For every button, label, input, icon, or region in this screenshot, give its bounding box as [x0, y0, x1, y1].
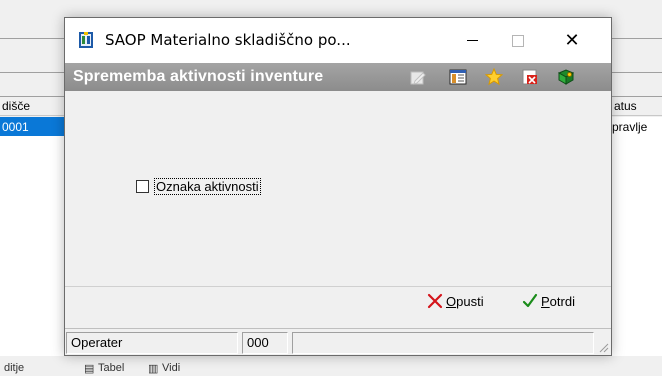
cancel-x-icon: [427, 293, 443, 309]
grid-column-header[interactable]: atus: [614, 99, 637, 113]
close-document-icon[interactable]: [521, 68, 539, 86]
columns-icon[interactable]: [449, 68, 467, 86]
dialog-header: Sprememba aktivnosti inventure: [65, 63, 611, 91]
checkbox-box[interactable]: [136, 180, 149, 193]
dialog-window: SAOP Materialno skladiščno po... ✕ Sprem…: [64, 17, 612, 356]
edit-icon[interactable]: [409, 68, 427, 86]
bg-separator: [612, 72, 662, 73]
checkbox-label[interactable]: Oznaka aktivnosti: [154, 178, 261, 195]
minimize-icon: [466, 40, 478, 41]
maximize-icon: [512, 34, 524, 47]
bottom-item[interactable]: Tabel: [98, 362, 124, 374]
table-icon: ▤: [84, 363, 95, 375]
divider: [65, 286, 611, 287]
cancel-button[interactable]: Opusti: [427, 289, 484, 313]
status-extra: [292, 332, 594, 354]
app-icon: [79, 32, 93, 48]
cancel-label: Opusti: [446, 293, 484, 309]
maximize-button[interactable]: [495, 18, 541, 63]
favorite-star-icon[interactable]: [485, 68, 503, 86]
view-icon: ▥: [148, 363, 159, 375]
close-button[interactable]: ✕: [549, 18, 595, 63]
resize-grip-icon[interactable]: [597, 341, 609, 353]
oznaka-aktivnosti-checkbox[interactable]: Oznaka aktivnosti: [136, 178, 261, 195]
bottom-item[interactable]: ditje: [4, 362, 24, 374]
confirm-label: Potrdi: [541, 293, 575, 309]
grid-cell: pravlje: [612, 120, 648, 134]
help-book-icon[interactable]: [557, 68, 575, 86]
minimize-button[interactable]: [449, 18, 495, 63]
status-operator-value: 000: [242, 332, 288, 354]
window-title: SAOP Materialno skladiščno po...: [105, 31, 351, 49]
grid-cell: 0001: [2, 120, 29, 134]
checkmark-icon: [522, 293, 538, 308]
status-bar: Operater 000: [65, 328, 611, 355]
confirm-button[interactable]: Potrdi: [522, 289, 575, 313]
bg-separator: [612, 38, 662, 39]
dialog-header-title: Sprememba aktivnosti inventure: [73, 68, 324, 85]
status-operator-label: Operater: [66, 332, 238, 354]
parent-bottom-bar: ditje ▤ Tabel ▥ Vidi: [0, 356, 662, 376]
bottom-item[interactable]: Vidi: [162, 362, 180, 374]
bg-separator: [0, 38, 64, 39]
title-bar[interactable]: SAOP Materialno skladiščno po... ✕: [65, 18, 611, 63]
bg-separator: [0, 72, 64, 73]
close-icon: ✕: [564, 30, 580, 51]
grid-column-header[interactable]: dišče: [2, 99, 30, 113]
